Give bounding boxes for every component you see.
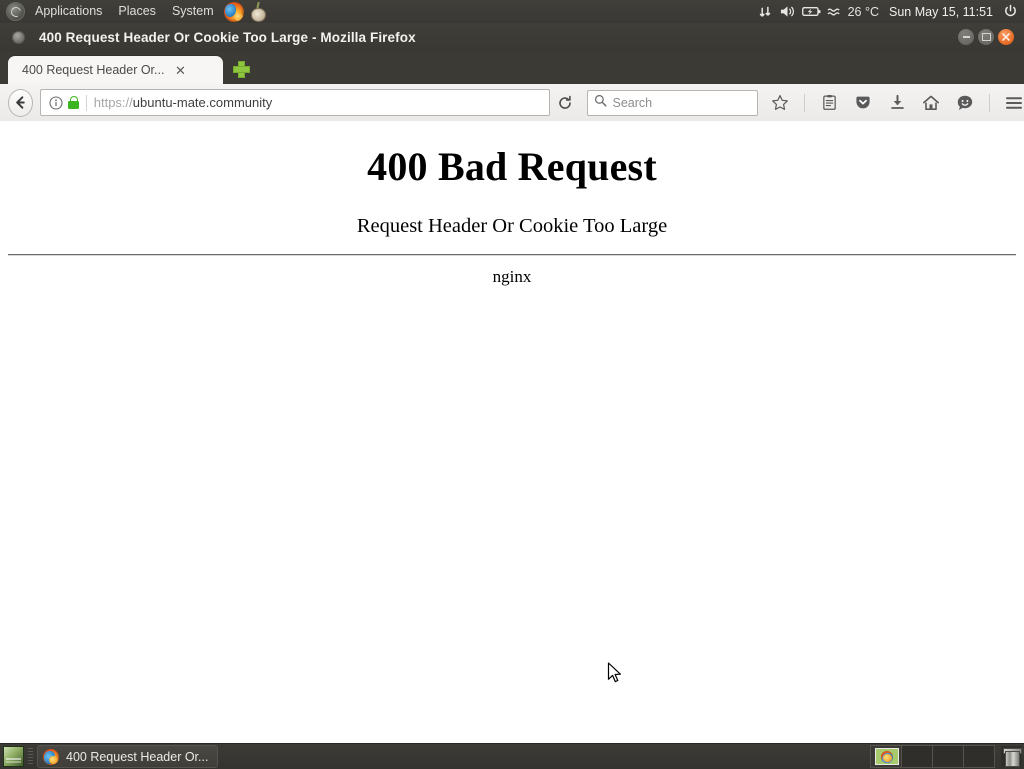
browser-tab[interactable]: 400 Request Header Or... ✕ xyxy=(8,56,223,84)
mate-logo-icon[interactable] xyxy=(6,2,25,21)
page-subtitle: Request Header Or Cookie Too Large xyxy=(0,215,1024,238)
workspace-1[interactable] xyxy=(871,746,902,767)
window-title: 400 Request Header Or Cookie Too Large -… xyxy=(39,30,416,45)
toolbar-separator-2 xyxy=(989,94,990,112)
url-scheme: https:// xyxy=(94,95,133,110)
top-panel: Applications Places System xyxy=(0,0,1024,24)
url-text: https://ubuntu-mate.community xyxy=(94,95,272,110)
home-icon[interactable] xyxy=(921,93,941,113)
tab-label: 400 Request Header Or... xyxy=(22,63,164,77)
battery-icon[interactable] xyxy=(802,5,821,18)
info-circle-icon[interactable] xyxy=(48,95,64,111)
panel-grip[interactable] xyxy=(28,748,33,765)
tab-close-icon[interactable]: ✕ xyxy=(172,62,188,78)
url-bar[interactable]: https://ubuntu-mate.community xyxy=(40,89,550,116)
minimize-button[interactable] xyxy=(958,29,974,45)
launcher-tor-browser[interactable] xyxy=(248,2,268,22)
launcher-firefox[interactable] xyxy=(224,2,244,22)
window-menu-icon[interactable] xyxy=(12,31,25,44)
firefox-icon xyxy=(881,751,893,763)
toolbar-icon-group xyxy=(770,93,1024,113)
volume-icon[interactable] xyxy=(779,4,796,19)
window-controls xyxy=(958,29,1024,45)
maximize-button[interactable] xyxy=(978,29,994,45)
firefox-icon xyxy=(43,749,59,765)
bookmark-star-icon[interactable] xyxy=(770,93,790,113)
padlock-secure-icon[interactable] xyxy=(67,95,80,110)
show-desktop-icon[interactable] xyxy=(3,746,24,767)
close-button[interactable] xyxy=(998,29,1014,45)
server-signature: nginx xyxy=(0,267,1024,287)
workspace-3[interactable] xyxy=(933,746,964,767)
trash-icon[interactable] xyxy=(1001,746,1022,767)
bottom-panel: 400 Request Header Or... xyxy=(0,743,1024,769)
network-updown-icon[interactable] xyxy=(758,4,773,19)
clock-label[interactable]: Sun May 15, 11:51 xyxy=(885,5,997,19)
downloads-icon[interactable] xyxy=(887,93,907,113)
search-input[interactable]: Search xyxy=(587,90,759,116)
menu-hamburger-icon[interactable] xyxy=(1004,93,1024,113)
taskbar-button-label: 400 Request Header Or... xyxy=(66,750,208,764)
menu-system[interactable]: System xyxy=(165,2,221,21)
navigation-toolbar: https://ubuntu-mate.community Search xyxy=(0,84,1024,122)
firefox-icon xyxy=(224,2,244,22)
window-titlebar[interactable]: 400 Request Header Or Cookie Too Large -… xyxy=(0,23,1024,52)
page-title: 400 Bad Request xyxy=(0,143,1024,190)
workspace-4[interactable] xyxy=(964,746,994,767)
hello-chat-icon[interactable] xyxy=(955,93,975,113)
new-tab-button[interactable] xyxy=(231,59,251,79)
weather-waves-icon[interactable] xyxy=(827,5,842,19)
back-button[interactable] xyxy=(8,89,33,117)
temperature-label: 26 °C xyxy=(848,5,879,19)
library-icon[interactable] xyxy=(819,93,839,113)
toolbar-separator xyxy=(804,94,805,112)
search-icon xyxy=(594,94,607,112)
menu-applications[interactable]: Applications xyxy=(28,2,109,21)
top-panel-tray: 26 °C Sun May 15, 11:51 xyxy=(758,4,1024,19)
search-placeholder: Search xyxy=(613,96,653,110)
power-icon[interactable] xyxy=(1003,4,1018,19)
tab-strip: 400 Request Header Or... ✕ xyxy=(0,51,1024,84)
workspace-2[interactable] xyxy=(902,746,933,767)
taskbar-button-firefox[interactable]: 400 Request Header Or... xyxy=(37,745,218,768)
workspace-switcher[interactable] xyxy=(870,745,995,768)
reload-button[interactable] xyxy=(554,90,577,116)
url-host: ubuntu-mate.community xyxy=(133,95,272,110)
menu-places[interactable]: Places xyxy=(111,2,163,21)
bottom-panel-right xyxy=(870,745,1024,768)
page-content: 400 Bad Request Request Header Or Cookie… xyxy=(0,121,1024,743)
pocket-icon[interactable] xyxy=(853,93,873,113)
url-separator xyxy=(86,95,87,111)
page-divider xyxy=(8,254,1016,256)
workspace-window-thumbnail xyxy=(875,748,899,765)
